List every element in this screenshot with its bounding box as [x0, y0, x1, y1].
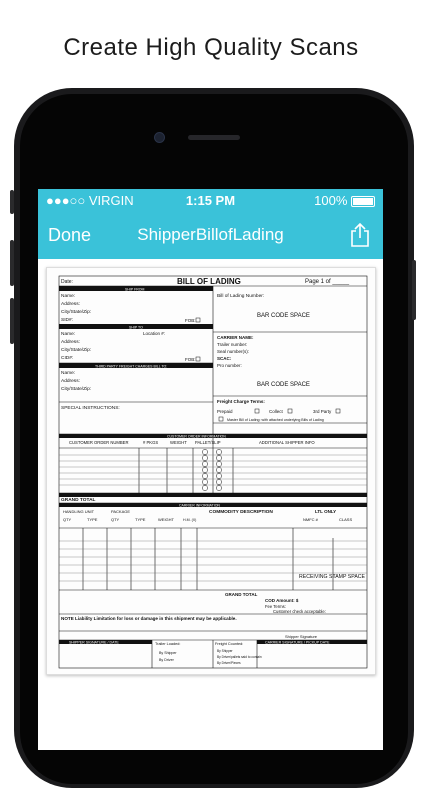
- carrier-weight-col: WEIGHT: [158, 517, 175, 522]
- ship-from-sid: SID#:: [61, 317, 73, 323]
- cod-amount-label: COD Amount: $: [265, 598, 299, 603]
- weight-col: WEIGHT: [170, 440, 187, 445]
- special-instructions: SPECIAL INSTRUCTIONS:: [61, 405, 120, 411]
- barcode-space-bottom: BAR CODE SPACE: [257, 382, 310, 388]
- receiving-stamp-space: RECEIVING STAMP SPACE: [299, 574, 366, 580]
- liability-note: NOTE Liability Limitation for loss or da…: [61, 616, 237, 621]
- barcode-space-top: BAR CODE SPACE: [257, 313, 310, 319]
- counted-by-shipper-option: By Shipper: [217, 649, 234, 653]
- shipper-signature-heading: SHIPPER SIGNATURE / DATE: [69, 641, 119, 645]
- scac-label: SCAC:: [217, 356, 232, 361]
- form-date-label: Date:: [61, 279, 73, 285]
- third-party-city: City/State/Zip:: [61, 386, 91, 392]
- mute-switch: [10, 190, 14, 214]
- nav-bar: Done ShipperBillofLading: [38, 221, 383, 251]
- package-qty-col: QTY: [111, 517, 120, 522]
- volume-down-button: [10, 298, 14, 344]
- ship-from-city: City/State/Zip:: [61, 309, 91, 315]
- pro-number-label: Pro number:: [217, 363, 242, 368]
- ship-from-heading: SHIP FROM: [125, 288, 144, 292]
- front-camera: [154, 132, 165, 143]
- class-col: CLASS: [339, 517, 352, 522]
- grand-total-label-bottom: GRAND TOTAL: [225, 592, 258, 597]
- ship-from-address: Address:: [61, 301, 80, 307]
- scan-preview-area: Date: BILL OF LADING Page 1 of _____ SHI…: [38, 259, 383, 750]
- commodity-description-col: COMMODITY DESCRIPTION: [209, 509, 273, 515]
- ship-to-name: Name:: [61, 331, 75, 337]
- by-driver-pieces-option: By Driver/Pieces: [217, 661, 241, 665]
- ship-to-cid: CID#:: [61, 355, 73, 361]
- volume-up-button: [10, 240, 14, 286]
- battery-percent: 100%: [314, 193, 348, 208]
- ship-to-location: Location #:: [143, 331, 165, 336]
- customer-order-heading: CUSTOMER ORDER INFORMATION: [167, 434, 226, 438]
- collect-label: Collect: [269, 409, 284, 414]
- handling-qty-col: QTY: [63, 517, 72, 522]
- master-bol-label: Master Bill of Lading: with attached und…: [227, 418, 324, 422]
- status-bar: ●●●○○ VIRGIN 1:15 PM 100%: [38, 193, 383, 211]
- ship-from-name: Name:: [61, 293, 75, 299]
- package-type-col: TYPE: [135, 517, 146, 522]
- bol-number-label: Bill of Lading Number:: [217, 293, 264, 299]
- document-title: ShipperBillofLading: [137, 225, 284, 244]
- nmfc-col: NMFC #: [303, 517, 319, 522]
- carrier-signature-heading: CARRIER SIGNATURE / PICKUP DATE: [265, 641, 330, 645]
- seal-number-label: Seal number(s):: [217, 349, 249, 354]
- customer-check-label: Customer check acceptable:: [273, 609, 326, 614]
- scanned-document[interactable]: Date: BILL OF LADING Page 1 of _____ SHI…: [46, 267, 376, 675]
- freight-counted-label: Freight Counted:: [215, 642, 243, 646]
- additional-info-col: ADDITIONAL SHIPPER INFO: [259, 440, 315, 445]
- bill-of-lading-form: Date: BILL OF LADING Page 1 of _____ SHI…: [58, 275, 368, 669]
- battery-icon: [351, 196, 375, 208]
- third-party-name: Name:: [61, 370, 75, 376]
- form-page: Page 1 of _____: [305, 279, 350, 285]
- headline: Create High Quality Scans: [63, 34, 359, 61]
- phone-screen: ●●●○○ VIRGIN 1:15 PM 100% Done ShipperBi…: [38, 189, 383, 750]
- ship-from-fob: FOB:: [185, 318, 196, 323]
- grand-total-label-top: GRAND TOTAL: [61, 497, 96, 503]
- shipper-signature-caption: Shipper Signature: [285, 634, 318, 639]
- pkgs-col: # PKGS: [143, 440, 158, 445]
- freight-terms-label: Freight Charge Terms:: [217, 399, 265, 404]
- form-title: BILL OF LADING: [177, 277, 241, 286]
- trailer-number-label: Trailer number:: [217, 342, 247, 347]
- app-header: ●●●○○ VIRGIN 1:15 PM 100% Done ShipperBi…: [38, 189, 383, 259]
- ship-to-address: Address:: [61, 339, 80, 345]
- carrier-name-label: CARRIER NAME:: [217, 335, 254, 340]
- third-party-address: Address:: [61, 378, 80, 384]
- earpiece-speaker: [188, 135, 240, 140]
- third-party-label: 3rd Party: [313, 409, 332, 414]
- handling-type-col: TYPE: [87, 517, 98, 522]
- share-icon[interactable]: [349, 223, 371, 247]
- package-col: PACKAGE: [111, 509, 130, 514]
- by-shipper-option: By Shipper: [159, 651, 177, 655]
- cust-order-number-col: CUSTOMER ORDER NUMBER: [69, 440, 128, 445]
- prepaid-label: Prepaid: [217, 409, 233, 414]
- ship-to-heading: SHIP TO: [129, 326, 143, 330]
- ship-to-city: City/State/Zip:: [61, 347, 91, 353]
- ltl-only-col: LTL ONLY: [315, 509, 336, 514]
- handling-unit-col: HANDLING UNIT: [63, 509, 95, 514]
- carrier-info-heading: CARRIER INFORMATION: [179, 503, 220, 507]
- hm-col: H.M. (X): [183, 518, 196, 522]
- by-driver-pallets-option: By Driver/pallets said to contain: [217, 655, 262, 659]
- third-party-heading: THIRD PARTY FREIGHT CHARGES BILL TO:: [95, 365, 167, 369]
- ship-to-fob: FOB:: [185, 357, 196, 362]
- pallet-slip-col: PALLET/SLIP: [195, 440, 221, 445]
- battery-indicator: 100%: [314, 193, 375, 208]
- trailer-loaded-label: Trailer Loaded:: [155, 642, 180, 646]
- by-driver-option: By Driver: [159, 658, 175, 662]
- power-button: [412, 260, 416, 320]
